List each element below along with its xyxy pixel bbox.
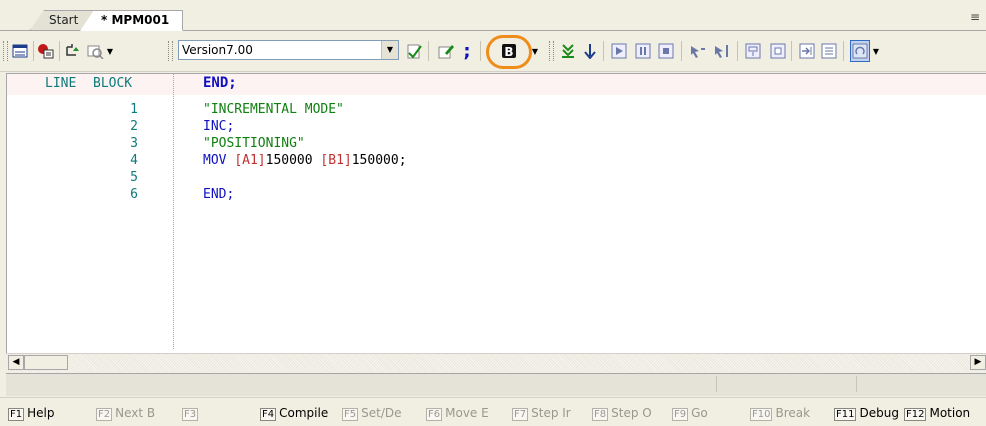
fkey-label: F11	[834, 408, 857, 421]
code-keyword: MOV	[203, 153, 235, 168]
code-line[interactable]: "POSITIONING"	[203, 136, 305, 151]
version-value: Version7.00	[182, 43, 253, 57]
scroll-left-icon[interactable]: ◀	[8, 355, 24, 370]
find-icon[interactable]	[85, 40, 105, 62]
status-cell	[856, 376, 985, 392]
fkey-text: Set/De	[361, 406, 402, 420]
pin-icon[interactable]: ≡	[970, 10, 980, 24]
code-axis: [A1]	[234, 153, 266, 168]
toolbar: ▼ Version7.00 ▼ ; B ▼ ▼	[0, 31, 986, 72]
code-editor[interactable]: LINE BLOCK END; 1 "INCREMENTAL MODE" 2 I…	[6, 73, 986, 354]
compile-icon[interactable]	[404, 40, 424, 62]
line-number: 6	[130, 187, 138, 202]
fkey-text: Step O	[611, 406, 652, 420]
fkey-text: Compile	[279, 406, 329, 420]
scroll-thumb[interactable]	[24, 355, 68, 370]
fkey-break[interactable]: F10 Break	[750, 406, 824, 421]
code-value: 150000	[265, 153, 321, 168]
fkey-text: Help	[27, 406, 55, 420]
fkey-set-delete[interactable]: F5 Set/De	[342, 406, 426, 421]
list-icon[interactable]	[819, 40, 839, 62]
watch-icon[interactable]	[743, 40, 763, 62]
fkey-text: Step Ir	[531, 406, 571, 420]
tab-mpm001[interactable]: * MPM001	[80, 10, 183, 31]
jump-icon[interactable]	[797, 40, 817, 62]
fkey-label: F8	[592, 408, 609, 421]
toolbar-overflow-icon[interactable]: ▼	[530, 40, 540, 62]
toolbar-grip[interactable]	[549, 41, 554, 61]
scroll-right-icon[interactable]: ▶	[970, 355, 986, 370]
fkey-move[interactable]: F6 Move E	[426, 406, 512, 421]
fkey-label: F9	[672, 408, 689, 421]
header-statement: END;	[203, 75, 237, 91]
line-number: 2	[130, 119, 138, 134]
pause-icon[interactable]	[633, 40, 653, 62]
fkey-f3[interactable]: F3	[182, 406, 206, 421]
chevron-down-icon[interactable]: ▼	[381, 41, 398, 59]
toolbar-overflow-icon[interactable]: ▼	[871, 40, 881, 62]
semicolon-icon[interactable]: ;	[457, 40, 477, 62]
version-select[interactable]: Version7.00 ▼	[178, 40, 399, 60]
fkey-compile[interactable]: F4 Compile	[260, 406, 340, 421]
fkey-step-in[interactable]: F7 Step Ir	[512, 406, 592, 421]
fkey-motion[interactable]: F12 Motion	[904, 406, 986, 421]
fkey-label: F4	[260, 408, 277, 421]
play-icon[interactable]	[609, 40, 629, 62]
cursor-icon[interactable]	[688, 40, 708, 62]
code-line[interactable]: INC;	[203, 119, 234, 134]
status-cell	[716, 376, 857, 392]
header-line: LINE	[45, 76, 77, 91]
fkey-step-out[interactable]: F8 Step O	[592, 406, 672, 421]
fkey-label: F6	[426, 408, 443, 421]
line-number: 3	[130, 136, 138, 151]
fkey-label: F12	[904, 408, 927, 421]
edit-icon[interactable]	[436, 40, 456, 62]
code-axis: [B1]	[320, 153, 352, 168]
code-line[interactable]: END;	[203, 187, 234, 202]
fkey-label: F2	[96, 408, 113, 421]
line-number: 4	[130, 153, 138, 168]
fkey-debug[interactable]: F11 Debug	[834, 406, 902, 421]
fkey-text: Next B	[115, 406, 158, 420]
toolbar-grip[interactable]	[168, 41, 173, 61]
line-number: 1	[130, 102, 138, 117]
line-number: 5	[130, 170, 138, 185]
fkey-text: Move E	[445, 406, 489, 420]
editor-header: LINE BLOCK END;	[7, 74, 986, 95]
cursor-end-icon[interactable]	[712, 40, 732, 62]
horizontal-scrollbar[interactable]: ◀ ▶	[6, 353, 986, 372]
monitor-icon[interactable]	[768, 40, 788, 62]
header-block: BLOCK	[93, 76, 133, 91]
toolbar-overflow-icon[interactable]: ▼	[105, 40, 115, 62]
fkey-text: Motion	[929, 406, 971, 420]
fkey-go[interactable]: F9 Go	[672, 406, 742, 421]
fkey-label: F1	[8, 408, 25, 421]
window-icon[interactable]	[10, 40, 30, 62]
debug-breakpoint-icon[interactable]	[36, 40, 56, 62]
code-line[interactable]: "INCREMENTAL MODE"	[203, 102, 344, 117]
refresh-icon[interactable]	[850, 40, 870, 62]
toolbar-grip[interactable]	[3, 41, 8, 61]
down-arrow-icon[interactable]	[580, 40, 600, 62]
code-value: 150000;	[351, 153, 407, 168]
fkey-text: Break	[775, 406, 811, 420]
fkey-label: F5	[342, 408, 359, 421]
status-bar	[6, 373, 986, 396]
gutter-divider	[173, 74, 175, 349]
fkey-label: F7	[512, 408, 529, 421]
fkey-label: F10	[750, 408, 773, 421]
fkey-label: F3	[182, 408, 199, 421]
undo-icon[interactable]	[63, 40, 83, 62]
fkey-next-block[interactable]: F2 Next B	[96, 406, 182, 421]
highlight-ring	[486, 35, 532, 69]
fkey-text: Go	[691, 406, 708, 420]
fkey-text: Debug	[859, 406, 899, 420]
stop-icon[interactable]	[656, 40, 676, 62]
step-icon[interactable]	[558, 40, 578, 62]
document-tab-strip: Start * MPM001 ≡	[0, 0, 986, 31]
code-line[interactable]: MOV [A1]150000 [B1]150000;	[203, 153, 407, 168]
function-key-bar: F1 Help F2 Next B F3 F4 Compile F5 Set/De F6…	[0, 397, 986, 426]
fkey-help[interactable]: F1 Help	[8, 406, 72, 421]
